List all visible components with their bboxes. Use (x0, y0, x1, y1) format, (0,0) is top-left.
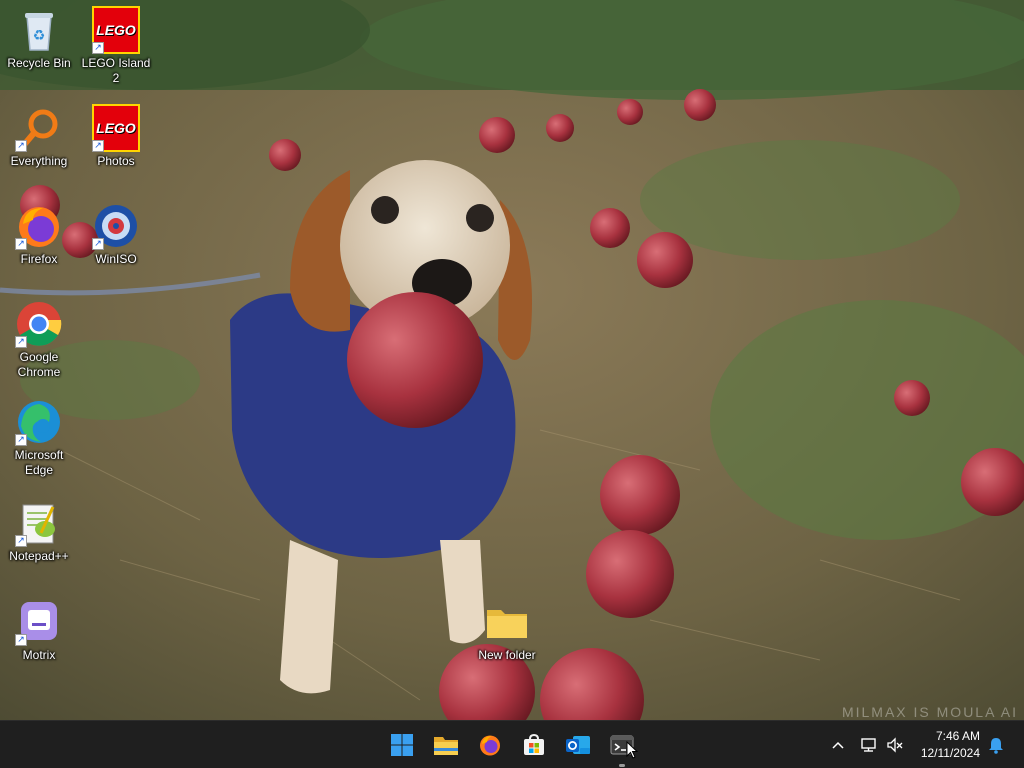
file-explorer-icon (434, 737, 458, 755)
shortcut-arrow-icon: ↗ (92, 140, 104, 152)
notepadpp-icon: ↗ (15, 499, 63, 547)
mouse-cursor-icon (626, 741, 638, 759)
taskbar-file-explorer-button[interactable] (430, 729, 462, 761)
lego-logo-text: LEGO (96, 22, 136, 38)
lego-icon: LEGO ↗ (92, 104, 140, 152)
chevron-up-icon (832, 741, 844, 749)
taskbar-microsoft-store-button[interactable] (518, 729, 550, 761)
shortcut-arrow-icon: ↗ (92, 238, 104, 250)
desktop-icon-everything[interactable]: ↗ Everything (1, 100, 77, 184)
desktop-icon-label: LEGO Island 2 (81, 56, 151, 85)
motrix-icon: ↗ (15, 598, 63, 646)
desktop-icon-label: Microsoft Edge (14, 448, 64, 477)
svg-text:♻: ♻ (33, 28, 46, 44)
network-icon-button[interactable] (858, 729, 880, 761)
desktop-icon-label: WinISO (95, 252, 137, 266)
shortcut-arrow-icon: ↗ (15, 535, 27, 547)
desktop-icon-recycle-bin[interactable]: ♻ Recycle Bin (1, 2, 77, 86)
taskbar: 7:46 AM 12/11/2024 (0, 720, 1024, 768)
desktop-icon-photos[interactable]: LEGO ↗ Photos (78, 100, 154, 184)
volume-muted-icon (887, 737, 903, 753)
desktop-icon-label: New folder (478, 648, 536, 662)
network-icon (861, 738, 876, 752)
taskbar-firefox-button[interactable] (474, 729, 506, 761)
shortcut-arrow-icon: ↗ (15, 634, 27, 646)
desktop-icon-firefox[interactable]: ↗ Firefox (1, 198, 77, 282)
shortcut-arrow-icon: ↗ (15, 336, 27, 348)
volume-icon-button[interactable] (884, 729, 906, 761)
wallpaper-watermark: MILMAX IS MOULA AI (841, 704, 1018, 720)
shortcut-arrow-icon: ↗ (92, 42, 104, 54)
firefox-icon (480, 735, 500, 756)
windows-logo-icon (391, 734, 413, 756)
desktop-icon-label: Firefox (20, 252, 58, 266)
desktop-icon-notepadpp[interactable]: ↗ Notepad++ (1, 495, 77, 579)
clock-time[interactable]: 7:46 AM (912, 729, 980, 743)
lego-logo-text: LEGO (96, 120, 136, 136)
desktop-icon-motrix[interactable]: ↗ Motrix (1, 594, 77, 678)
outlook-icon (566, 736, 590, 754)
desktop-icon-lego-island-2[interactable]: LEGO ↗ LEGO Island 2 (78, 2, 154, 86)
desktop-icon-label: Motrix (22, 648, 56, 662)
winiso-icon: ↗ (92, 202, 140, 250)
microsoft-store-icon (524, 733, 544, 755)
everything-search-icon: ↗ (15, 104, 63, 152)
shortcut-arrow-icon: ↗ (15, 434, 27, 446)
desktop-icon-label: Photos (97, 154, 135, 168)
desktop-icon-label: Recycle Bin (7, 56, 71, 70)
desktop-icon-winiso[interactable]: ↗ WinISO (78, 198, 154, 282)
desktop-icon-new-folder[interactable]: New folder (469, 594, 545, 678)
active-indicator (619, 764, 625, 767)
show-hidden-icons-button[interactable] (826, 729, 850, 761)
desktop-icon-label: Google Chrome (17, 350, 61, 379)
chrome-icon: ↗ (15, 300, 63, 348)
recycle-bin-icon: ♻ (15, 6, 63, 54)
notifications-button[interactable] (984, 729, 1008, 761)
taskbar-outlook-button[interactable] (562, 729, 594, 761)
desktop-icon-label: Notepad++ (9, 549, 69, 563)
shortcut-arrow-icon: ↗ (15, 238, 27, 250)
desktop-icon-microsoft-edge[interactable]: ↗ Microsoft Edge (1, 394, 77, 478)
shortcut-arrow-icon: ↗ (15, 140, 27, 152)
folder-icon (483, 598, 531, 646)
edge-icon: ↗ (15, 398, 63, 446)
lego-icon: LEGO ↗ (92, 6, 140, 54)
start-button[interactable] (386, 729, 418, 761)
desktop-icon-label: Everything (10, 154, 68, 168)
desktop-icon-google-chrome[interactable]: ↗ Google Chrome (1, 296, 77, 380)
bell-icon (989, 738, 1003, 754)
clock-date[interactable]: 12/11/2024 (912, 746, 980, 760)
firefox-icon: ↗ (15, 202, 63, 250)
